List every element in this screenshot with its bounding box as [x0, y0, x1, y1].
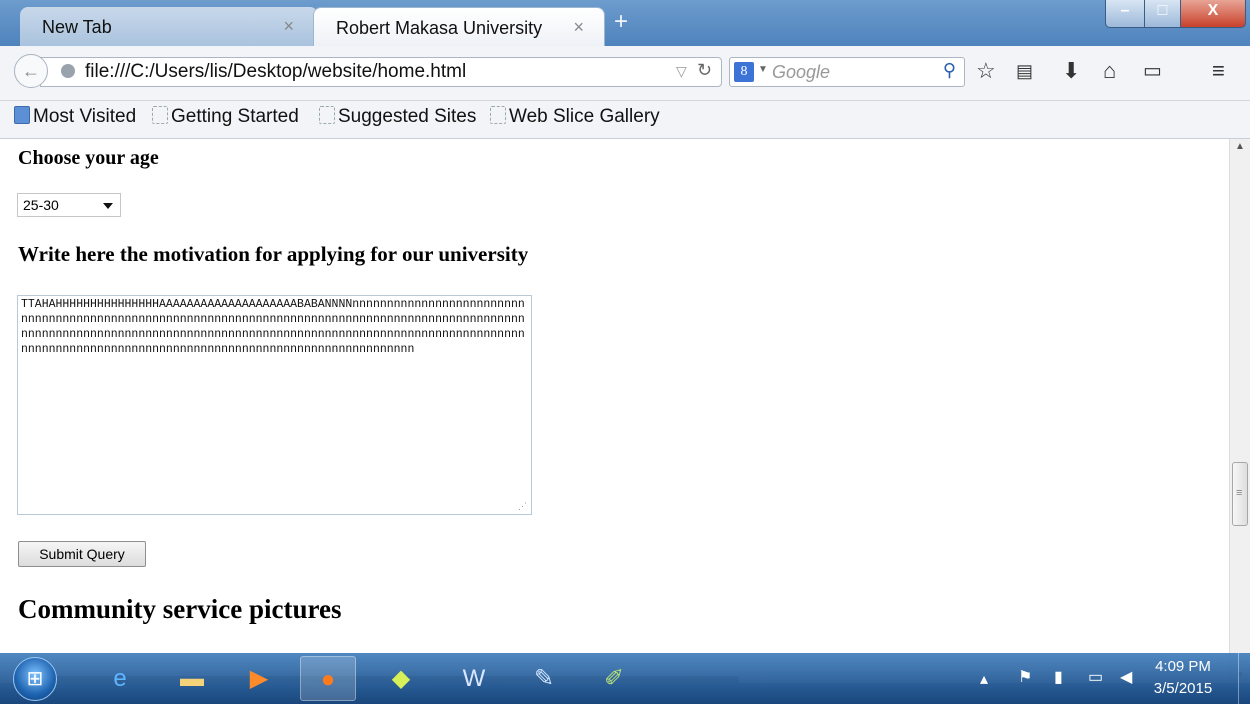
start-button[interactable]: ⊞: [13, 657, 57, 701]
search-icon[interactable]: ⚲: [943, 60, 956, 81]
bookmarks-toolbar: Most Visited Getting Started Suggested S…: [0, 101, 1250, 139]
bookmark-label: Getting Started: [171, 106, 299, 127]
tab-close-icon[interactable]: ×: [283, 16, 294, 37]
tab-robert-makasa-university[interactable]: Robert Makasa University ×: [313, 7, 605, 46]
new-tab-button[interactable]: +: [614, 10, 628, 34]
chevron-down-icon: [103, 203, 113, 209]
minimize-button[interactable]: –: [1105, 0, 1145, 28]
word-icon[interactable]: W: [446, 656, 502, 701]
minimize-icon: –: [1120, 2, 1130, 19]
motivation-heading: Write here the motivation for applying f…: [18, 242, 529, 266]
maximize-button[interactable]: □: [1144, 0, 1181, 28]
power-icon[interactable]: ▮: [1054, 667, 1063, 687]
age-select[interactable]: 25-30: [17, 193, 121, 217]
notepad-icon[interactable]: ✎: [516, 656, 572, 701]
internet-explorer-icon[interactable]: e: [92, 656, 148, 701]
back-icon: ←: [22, 61, 40, 81]
show-desktop-button[interactable]: [1238, 653, 1250, 704]
taskbar-surface: ⊞ e ▬ ▶ ● ◆ W ✎ ✐ ▴ ⚑ ▮ ▭ ◀ 4:09 PM 3/5/…: [0, 653, 1250, 704]
globe-icon: [61, 64, 75, 78]
clock-date: 3/5/2015: [1153, 680, 1213, 697]
sticky-notes-icon[interactable]: ◆: [373, 656, 429, 701]
bookmark-most-visited[interactable]: Most Visited: [14, 106, 136, 128]
menu-icon[interactable]: ≡: [1212, 58, 1225, 84]
show-hidden-icons-icon[interactable]: ▴: [980, 669, 988, 689]
windows-logo-icon: ⊞: [26, 668, 44, 690]
bookmark-label: Most Visited: [33, 106, 137, 127]
page-icon: [152, 106, 168, 124]
page-icon: [319, 106, 335, 124]
reading-list-icon[interactable]: ▤: [1016, 58, 1033, 84]
search-engine-icon[interactable]: 8: [734, 62, 754, 82]
page-content: Choose your age 25-30 Write here the mot…: [0, 139, 1229, 683]
age-heading: Choose your age: [18, 147, 159, 169]
vertical-scrollbar[interactable]: ▲ ≡ ▼: [1229, 139, 1250, 683]
url-text[interactable]: file:///C:/Users/lis/Desktop/website/hom…: [85, 61, 466, 83]
close-icon: X: [1207, 2, 1219, 19]
tab-new-tab[interactable]: New Tab ×: [20, 7, 318, 46]
tab-label: New Tab: [42, 17, 112, 37]
motivation-textarea[interactable]: TTAHAHHHHHHHHHHHHHHHAAAAAAAAAAAAAAAAAAAA…: [17, 295, 532, 515]
reload-icon[interactable]: ↻: [697, 60, 712, 81]
page-icon: [490, 106, 506, 124]
firefox-icon[interactable]: ●: [300, 656, 356, 701]
tab-label: Robert Makasa University: [336, 18, 543, 38]
grip-icon: ≡: [1236, 487, 1243, 499]
title-bar: New Tab × Robert Makasa University × + –…: [0, 0, 1250, 46]
search-input[interactable]: [772, 60, 922, 84]
url-bar[interactable]: file:///C:/Users/lis/Desktop/website/hom…: [40, 57, 722, 87]
bookmark-label: Web Slice Gallery: [509, 106, 660, 127]
resize-grip-icon[interactable]: ⋰: [518, 501, 527, 512]
bookmark-star-icon[interactable]: ☆: [976, 58, 996, 84]
scroll-thumb[interactable]: ≡: [1232, 462, 1248, 526]
pictures-heading: Community service pictures: [18, 594, 342, 624]
search-bar[interactable]: 8 ▼ ⚲: [729, 57, 965, 87]
clock-time: 4:09 PM: [1155, 658, 1211, 675]
tab-close-icon[interactable]: ×: [573, 17, 584, 38]
bookmark-suggested-sites[interactable]: Suggested Sites: [319, 106, 476, 128]
bookmark-label: Suggested Sites: [338, 106, 477, 127]
chevron-down-icon[interactable]: ▼: [758, 64, 768, 75]
url-dropdown-icon[interactable]: ▽: [676, 63, 687, 80]
download-icon[interactable]: ⬇: [1062, 58, 1080, 84]
bookmark-getting-started[interactable]: Getting Started: [152, 106, 299, 128]
volume-icon[interactable]: ◀: [1120, 667, 1132, 687]
media-player-icon[interactable]: ▶: [231, 656, 287, 701]
file-explorer-icon[interactable]: ▬: [164, 656, 220, 701]
navigation-bar: file:///C:/Users/lis/Desktop/website/hom…: [0, 46, 1250, 101]
window-icon[interactable]: ▭: [1143, 58, 1162, 84]
scroll-up-icon[interactable]: ▲: [1235, 141, 1245, 152]
network-icon[interactable]: ▭: [1088, 667, 1103, 687]
home-icon[interactable]: ⌂: [1103, 58, 1116, 84]
most-visited-icon: [14, 106, 30, 124]
submit-button[interactable]: Submit Query: [18, 541, 146, 567]
close-window-button[interactable]: X: [1180, 0, 1246, 28]
back-button[interactable]: ←: [14, 54, 48, 88]
taskbar: ⊞ e ▬ ▶ ● ◆ W ✎ ✐ ▴ ⚑ ▮ ▭ ◀ 4:09 PM 3/5/…: [0, 653, 1250, 704]
clock[interactable]: 4:09 PM 3/5/2015: [1143, 656, 1223, 700]
bookmark-web-slice-gallery[interactable]: Web Slice Gallery: [490, 106, 660, 128]
maximize-icon: □: [1157, 2, 1168, 19]
action-center-flag-icon[interactable]: ⚑: [1018, 667, 1032, 687]
age-selected-value: 25-30: [23, 197, 59, 213]
paint-icon[interactable]: ✐: [586, 656, 642, 701]
